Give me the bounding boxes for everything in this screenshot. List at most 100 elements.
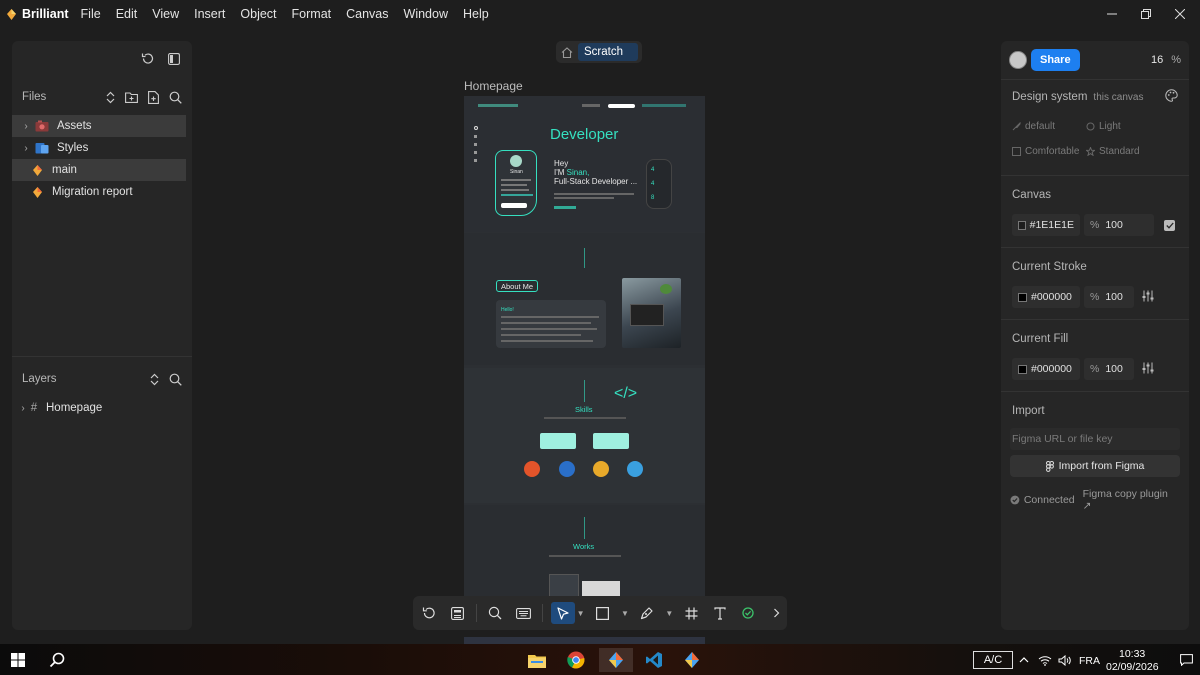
brilliant-logo-icon: [0, 8, 22, 20]
file-explorer-icon[interactable]: [525, 648, 549, 672]
rectangle-icon[interactable]: [593, 602, 613, 624]
home-icon[interactable]: [556, 46, 578, 58]
menu-edit[interactable]: Edit: [116, 7, 138, 21]
color-swatch[interactable]: [1018, 292, 1027, 302]
chevron-down-icon[interactable]: ▼: [577, 609, 585, 618]
volume-icon[interactable]: [1056, 648, 1074, 672]
stroke-opacity-field[interactable]: % 100: [1084, 286, 1134, 308]
zoom-control[interactable]: 16%: [1151, 54, 1181, 66]
close-button[interactable]: [1160, 0, 1200, 28]
fill-settings-icon[interactable]: [1142, 362, 1154, 377]
chevron-up-icon[interactable]: [1016, 648, 1032, 672]
skills-title: Skills: [575, 405, 593, 414]
windows-start-icon[interactable]: [6, 648, 30, 672]
file-item-styles[interactable]: › Styles: [12, 137, 192, 159]
social-rail: [474, 126, 478, 176]
notifications-icon[interactable]: [1176, 648, 1196, 672]
profile-card: Sinan: [495, 150, 537, 216]
import-from-figma-button[interactable]: Import from Figma: [1010, 455, 1180, 477]
new-file-icon[interactable]: [148, 90, 159, 104]
chevron-right-icon[interactable]: ›: [19, 143, 33, 154]
color-swatch[interactable]: [1018, 364, 1027, 374]
clock-date[interactable]: 02/09/2026: [1106, 661, 1159, 673]
layer-item-homepage[interactable]: › # Homepage: [12, 397, 192, 419]
canvas-color-field[interactable]: #1E1E1E: [1012, 214, 1080, 236]
vscode-icon[interactable]: [642, 648, 666, 672]
js-skill-icon: [593, 461, 609, 477]
ds-option-comfortable[interactable]: Comfortable: [1012, 146, 1086, 157]
menu-help[interactable]: Help: [463, 7, 489, 21]
ds-option-default[interactable]: default: [1012, 121, 1086, 132]
files-header: Files: [12, 79, 192, 115]
menu-object[interactable]: Object: [240, 7, 276, 21]
frame-icon[interactable]: [681, 602, 701, 624]
keyboard-icon[interactable]: [513, 602, 533, 624]
homepage-artboard[interactable]: Developer Sinan Hey I'M Sinan, Full-Stac…: [464, 96, 705, 600]
color-swatch[interactable]: [1018, 220, 1026, 230]
chevron-down-icon[interactable]: ▼: [665, 609, 673, 618]
check-circle-icon: [1010, 495, 1020, 505]
ds-option-standard[interactable]: Standard: [1086, 146, 1160, 157]
avatar[interactable]: [1009, 51, 1027, 69]
menu-window[interactable]: Window: [404, 7, 448, 21]
fill-opacity-field[interactable]: % 100: [1084, 358, 1134, 380]
sort-icon[interactable]: [150, 373, 159, 386]
menu-file[interactable]: File: [81, 7, 101, 21]
menu-format[interactable]: Format: [292, 7, 332, 21]
share-button[interactable]: Share: [1031, 49, 1080, 71]
search-icon[interactable]: [485, 602, 505, 624]
layers-header: Layers: [12, 361, 192, 397]
undo-icon[interactable]: [419, 602, 439, 624]
chrome-icon[interactable]: [564, 648, 588, 672]
palette-icon[interactable]: [1165, 89, 1178, 105]
file-item-main[interactable]: main: [12, 159, 186, 181]
search-icon[interactable]: [169, 91, 182, 104]
check-circle-icon[interactable]: [738, 602, 758, 624]
frame-label[interactable]: Homepage: [464, 79, 523, 93]
language-indicator[interactable]: FRA: [1079, 655, 1100, 667]
new-folder-icon[interactable]: [125, 91, 138, 103]
import-title: Import: [1012, 405, 1045, 417]
search-icon[interactable]: [45, 648, 69, 672]
search-icon[interactable]: [169, 373, 182, 386]
menu-view[interactable]: View: [152, 7, 179, 21]
bottom-toolbar: ▼ ▼ ▼: [413, 596, 787, 630]
taskbar-brilliant-active[interactable]: [599, 648, 633, 672]
canvas-opacity-field[interactable]: % 100: [1084, 214, 1154, 236]
wifi-icon[interactable]: [1036, 648, 1054, 672]
pointer-icon[interactable]: [550, 602, 575, 624]
breadcrumb[interactable]: Scratch: [556, 41, 642, 63]
calculator-icon[interactable]: [447, 602, 467, 624]
menu-canvas[interactable]: Canvas: [346, 7, 388, 21]
menu-insert[interactable]: Insert: [194, 7, 225, 21]
file-item-assets[interactable]: › Assets: [12, 115, 186, 137]
hero-desc: [554, 193, 634, 195]
ds-option-light[interactable]: Light: [1086, 121, 1160, 132]
sort-icon[interactable]: [106, 91, 115, 104]
chevron-down-icon[interactable]: ▼: [621, 609, 629, 618]
panel-toggle-icon[interactable]: [168, 52, 180, 68]
chevron-right-icon[interactable]: [767, 602, 787, 624]
text-icon[interactable]: [710, 602, 730, 624]
zoom-unit: %: [1171, 54, 1181, 66]
clock-time[interactable]: 10:33: [1119, 648, 1145, 660]
chevron-right-icon[interactable]: ›: [19, 121, 33, 132]
figma-url-input[interactable]: Figma URL or file key: [1010, 428, 1180, 450]
chevron-right-icon[interactable]: ›: [18, 403, 28, 414]
history-icon[interactable]: [141, 52, 154, 68]
figma-plugin-link[interactable]: Figma copy plugin ↗: [1083, 488, 1178, 512]
styles-icon: [33, 142, 51, 154]
fill-color-field[interactable]: #000000: [1012, 358, 1080, 380]
pen-icon[interactable]: [637, 602, 657, 624]
stroke-settings-icon[interactable]: [1142, 290, 1154, 305]
panel-divider[interactable]: [12, 356, 192, 357]
file-item-label: Assets: [57, 120, 92, 132]
brilliant-app-icon[interactable]: [680, 648, 704, 672]
skill-card: [540, 433, 576, 449]
stroke-color-field[interactable]: #000000: [1012, 286, 1080, 308]
file-item-migration-report[interactable]: Migration report: [12, 181, 192, 203]
ac-indicator[interactable]: A/C: [973, 651, 1013, 669]
site-logo: [478, 104, 518, 107]
canvas-visibility-checkbox[interactable]: [1164, 219, 1175, 231]
breadcrumb-scratch[interactable]: Scratch: [578, 43, 638, 61]
